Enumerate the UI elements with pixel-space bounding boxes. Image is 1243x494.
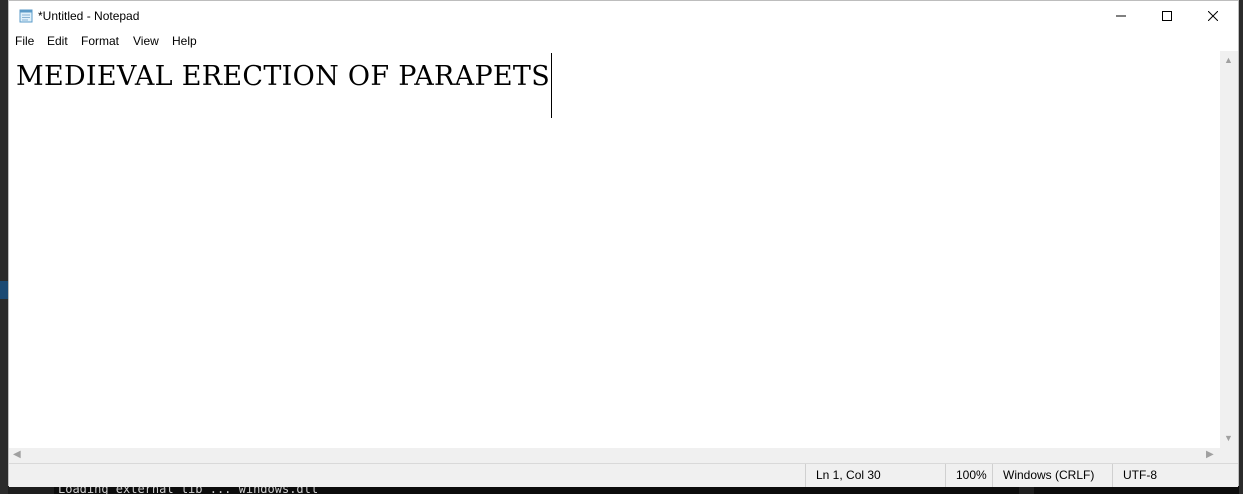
- close-button[interactable]: [1190, 1, 1236, 31]
- menu-view[interactable]: View: [133, 34, 159, 48]
- menu-help[interactable]: Help: [172, 34, 197, 48]
- scroll-left-icon[interactable]: ◀: [13, 449, 21, 460]
- terminal-output-line: Loading external lib ... windows.dll: [58, 486, 319, 494]
- menu-format[interactable]: Format: [81, 34, 119, 48]
- status-zoom: 100%: [945, 464, 995, 487]
- title-bar[interactable]: *Untitled - Notepad: [9, 1, 1238, 31]
- status-encoding: UTF-8: [1112, 464, 1238, 487]
- background-terminal-right: [1034, 486, 1239, 494]
- horizontal-scrollbar[interactable]: ◀ ▶: [9, 448, 1220, 463]
- menu-edit[interactable]: Edit: [47, 34, 68, 48]
- maximize-icon: [1162, 11, 1172, 21]
- minimize-icon: [1116, 15, 1126, 17]
- menu-file[interactable]: File: [15, 34, 34, 48]
- editor-content: MEDIEVAL ERECTION OF PARAPETS: [16, 61, 551, 92]
- status-line-ending: Windows (CRLF): [992, 464, 1112, 487]
- background-window-left: [0, 0, 8, 494]
- scroll-up-icon[interactable]: ▲: [1224, 55, 1233, 65]
- minimize-button[interactable]: [1098, 1, 1144, 31]
- scroll-down-icon[interactable]: ▼: [1224, 433, 1233, 443]
- notepad-icon: [19, 9, 33, 23]
- background-terminal: Loading external lib ... windows.dll: [54, 486, 1019, 494]
- scrollbar-corner: [1220, 448, 1238, 463]
- background-selection-mark: [0, 281, 8, 299]
- text-caret: [551, 53, 552, 118]
- status-position: Ln 1, Col 30: [805, 464, 945, 487]
- notepad-window: *Untitled - Notepad File Edit Format Vie…: [8, 0, 1239, 487]
- status-bar: Ln 1, Col 30 100% Windows (CRLF) UTF-8: [9, 463, 1238, 487]
- text-editor[interactable]: MEDIEVAL ERECTION OF PARAPETS: [9, 51, 1220, 448]
- scroll-right-icon[interactable]: ▶: [1206, 449, 1214, 460]
- menu-bar: File Edit Format View Help: [9, 31, 1238, 51]
- background-window-right: [1239, 0, 1243, 494]
- close-icon: [1208, 11, 1218, 21]
- vertical-scrollbar[interactable]: ▲ ▼: [1220, 51, 1238, 448]
- maximize-button[interactable]: [1144, 1, 1190, 31]
- window-title: *Untitled - Notepad: [38, 9, 140, 23]
